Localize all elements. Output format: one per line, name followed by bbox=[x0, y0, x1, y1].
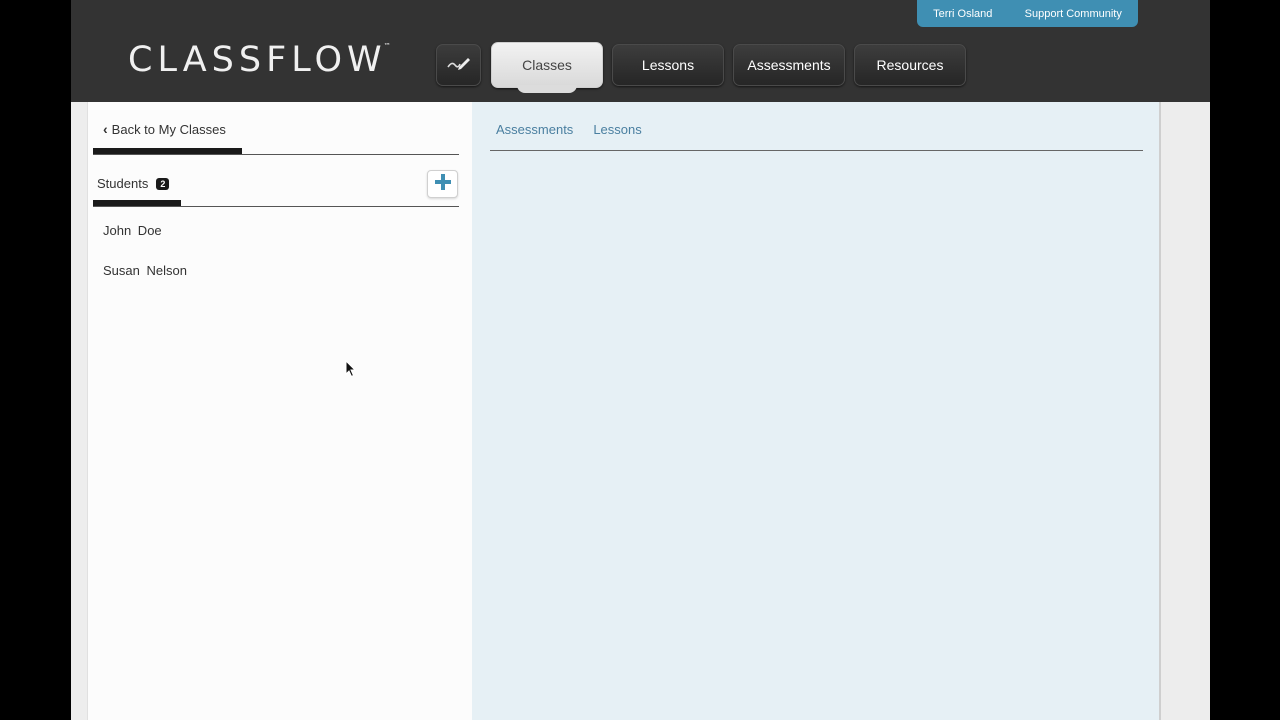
mouse-cursor-icon bbox=[345, 359, 357, 383]
user-name-link[interactable]: Terri Osland bbox=[933, 8, 992, 20]
nav-classes-button[interactable]: Classes bbox=[491, 42, 603, 93]
nav-resources-button[interactable]: Resources bbox=[854, 44, 966, 86]
back-to-my-classes-link[interactable]: ‹ Back to My Classes bbox=[103, 121, 226, 137]
tab-assessments[interactable]: Assessments bbox=[496, 122, 573, 137]
classflow-logo[interactable]: CLASSFLOW™ bbox=[128, 40, 391, 80]
back-link-label: Back to My Classes bbox=[111, 121, 226, 137]
pen-icon bbox=[446, 55, 472, 76]
nav-lessons-button[interactable]: Lessons bbox=[612, 44, 724, 86]
annotate-button[interactable] bbox=[436, 44, 481, 86]
divider bbox=[490, 150, 1143, 151]
trademark-mark: ™ bbox=[383, 42, 391, 50]
class-sidebar: ‹ Back to My Classes Students 2 John Doe… bbox=[87, 102, 472, 720]
chevron-left-icon: ‹ bbox=[103, 121, 108, 137]
nav-assessments-button[interactable]: Assessments bbox=[733, 44, 845, 86]
students-label: Students bbox=[97, 176, 149, 191]
divider bbox=[93, 206, 459, 207]
content-tabs: Assessments Lessons bbox=[496, 122, 642, 137]
add-student-button[interactable] bbox=[427, 170, 458, 198]
student-list-item[interactable]: John Doe bbox=[103, 223, 162, 238]
divider bbox=[93, 154, 459, 155]
class-content-panel: Assessments Lessons bbox=[472, 102, 1161, 720]
classflow-app: Terri Osland Support Community CLASSFLOW… bbox=[71, 0, 1210, 720]
user-menu: Terri Osland Support Community bbox=[917, 0, 1138, 27]
plus-icon bbox=[434, 173, 451, 195]
students-count-badge: 2 bbox=[156, 177, 170, 190]
tab-lessons[interactable]: Lessons bbox=[593, 122, 641, 137]
top-bar: Terri Osland Support Community CLASSFLOW… bbox=[71, 0, 1210, 102]
logo-text: CLASSFLOW bbox=[128, 40, 387, 80]
student-list-item[interactable]: Susan Nelson bbox=[103, 263, 187, 278]
support-community-link[interactable]: Support Community bbox=[1025, 8, 1122, 20]
students-header: Students 2 bbox=[97, 176, 170, 191]
